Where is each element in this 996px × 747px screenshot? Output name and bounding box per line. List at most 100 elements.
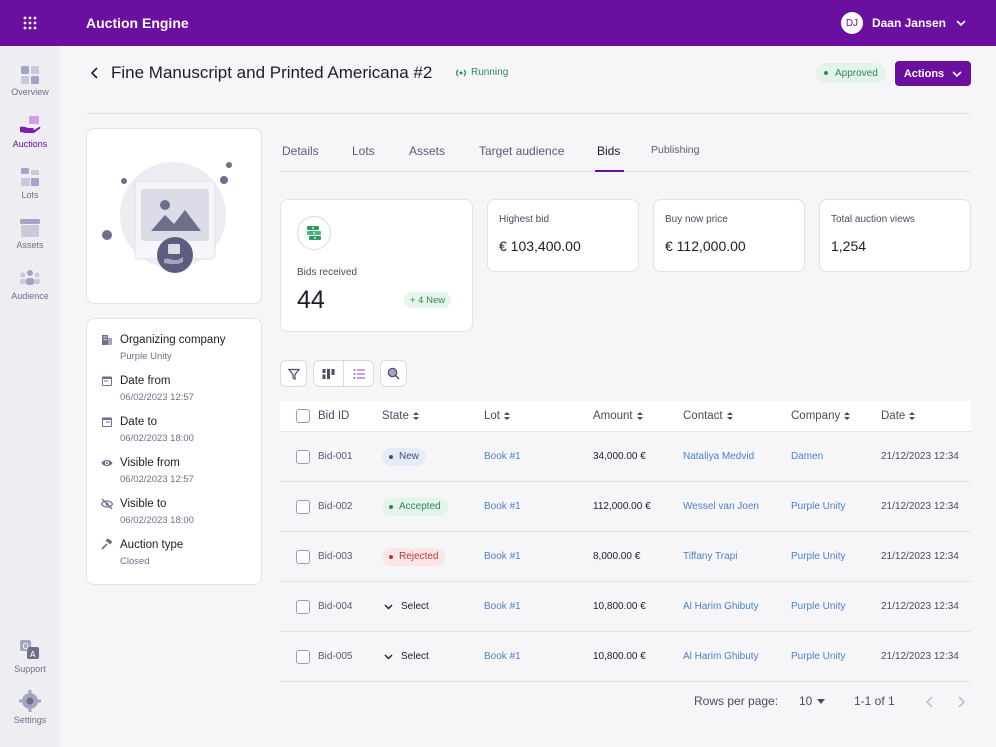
tab-publishing[interactable]: Publishing [651,144,699,156]
contact-link[interactable]: Tiffany Trapi [683,532,737,581]
new-bids-badge: + 4 New [404,292,452,308]
actions-button[interactable]: Actions [895,61,971,86]
row-checkbox[interactable] [296,549,310,564]
contact-link[interactable]: Al Harim Ghibuty [683,582,759,631]
kpi-value: 44 [297,286,325,314]
company-link[interactable]: Purple Unity [791,532,845,581]
kpi-value: 1,254 [831,238,867,254]
kpi-label: Buy now price [665,214,728,225]
sidebar-item-overview[interactable]: Overview [0,66,60,97]
tab-bids[interactable]: Bids [597,144,620,158]
state-select[interactable]: Select [384,651,429,662]
chevron-left-icon[interactable] [926,696,934,708]
rows-per-page-value: 10 [799,694,813,708]
svg-text:A: A [30,650,36,659]
select-all-checkbox[interactable] [296,409,310,423]
kpi-bids-received: Bids received 44 + 4 New [280,199,473,332]
row-checkbox[interactable] [296,599,310,614]
tab-details[interactable]: Details [282,144,319,158]
column-header-date[interactable]: Date [881,401,916,431]
lot-link[interactable]: Book #1 [484,632,521,681]
audience-icon [20,270,40,285]
sort-icon [726,412,733,420]
company-link[interactable]: Purple Unity [791,632,845,681]
kpi-value: € 103,400.00 [499,238,581,254]
search-button[interactable] [380,360,407,387]
rows-per-page-select[interactable]: 10 [799,694,826,708]
info-label: Visible from [120,457,180,469]
state-select-label: Select [401,601,429,612]
company-link[interactable]: Damen [791,432,823,481]
column-header-label: Contact [683,410,723,422]
chevron-right-icon[interactable] [957,696,965,708]
user-name: Daan Jansen [871,16,946,30]
list-icon[interactable] [353,368,365,380]
lot-link[interactable]: Book #1 [484,432,521,481]
column-header-bid-id[interactable]: Bid ID [318,401,349,431]
sidebar-item-audience[interactable]: Audience [0,270,60,301]
app-title: Auction Engine [86,15,189,31]
row-checkbox[interactable] [296,449,310,464]
actions-button-label: Actions [903,67,945,80]
table-row[interactable]: Bid-001 New Book #1 34,000.00 € Nataliya… [280,432,971,482]
kpi-label: Total auction views [831,214,915,225]
company-link[interactable]: Purple Unity [791,482,845,531]
date: 21/12/2023 12:34 [881,501,959,512]
sidebar-item-support[interactable]: QA Support [0,639,60,674]
sort-icon [909,412,916,420]
sidebar-item-label: Lots [21,190,39,200]
column-header-company[interactable]: Company [791,401,851,431]
table-row[interactable]: Bid-002 Accepted Book #1 112,000.00 € We… [280,482,971,532]
lot-link[interactable]: Book #1 [484,582,521,631]
tab-active-indicator [595,170,624,172]
chevron-down-icon [384,604,393,609]
sidebar-item-assets[interactable]: Assets [0,219,60,250]
caret-down-icon [817,698,826,704]
contact-link[interactable]: Nataliya Medvid [683,432,754,481]
divider [86,113,971,114]
back-arrow-icon[interactable] [88,64,102,82]
bid-id: Bid-005 [318,651,353,662]
amount: 112,000.00 € [593,501,651,512]
column-header-state[interactable]: State [382,401,419,431]
state-select[interactable]: Select [384,601,429,612]
contact-link[interactable]: Al Harim Ghibuty [683,632,759,681]
money-stack-icon [297,216,331,250]
column-header-label: Amount [593,410,633,422]
kpi-value: € 112,000.00 [665,238,746,254]
table-row[interactable]: Bid-005 Select Book #1 10,800.00 € Al Ha… [280,632,971,682]
support-icon: QA [20,640,39,659]
lot-link[interactable]: Book #1 [484,482,521,531]
amount: 34,000.00 € [593,451,646,462]
filter-button[interactable] [280,360,307,387]
kpi-label: Bids received [297,267,358,278]
column-header-contact[interactable]: Contact [683,401,733,431]
eye-icon [101,460,113,466]
bid-id: Bid-003 [318,551,353,562]
info-value: 06/02/2023 18:00 [120,515,194,526]
sidebar-item-auctions[interactable]: Auctions [0,116,60,149]
app-grid-icon[interactable] [0,0,60,46]
chevron-down-icon [384,654,393,659]
contact-link[interactable]: Wessel van Joen [683,482,759,531]
user-menu[interactable]: DJ Daan Jansen [840,12,966,34]
columns-icon[interactable] [322,368,335,380]
table-row[interactable]: Bid-003 Rejected Book #1 8,000.00 € Tiff… [280,532,971,582]
column-header-amount[interactable]: Amount [593,401,643,431]
row-checkbox[interactable] [296,499,310,514]
row-checkbox[interactable] [296,649,310,664]
table-row[interactable]: Bid-004 Select Book #1 10,800.00 € Al Ha… [280,582,971,632]
tab-lots[interactable]: Lots [352,144,375,158]
column-header-lot[interactable]: Lot [484,401,510,431]
tab-assets[interactable]: Assets [409,144,445,158]
company-link[interactable]: Purple Unity [791,582,845,631]
sidebar-item-lots[interactable]: Lots [0,167,60,200]
status-dot [389,504,393,509]
state-badge-new[interactable]: New [382,447,427,466]
state-badge-accepted[interactable]: Accepted [382,497,448,516]
state-badge-rejected[interactable]: Rejected [382,547,446,566]
chevron-down-icon [956,20,966,26]
tab-target-audience[interactable]: Target audience [479,144,564,158]
sidebar-item-settings[interactable]: Settings [0,690,60,725]
lot-link[interactable]: Book #1 [484,532,521,581]
